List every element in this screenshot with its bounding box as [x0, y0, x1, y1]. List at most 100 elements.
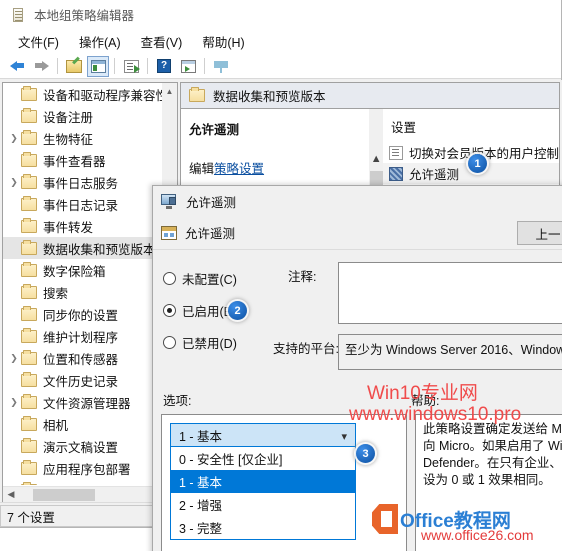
- folder-icon: [21, 305, 37, 321]
- scroll-up-icon[interactable]: ▲: [369, 153, 384, 165]
- folder-icon: [21, 393, 37, 409]
- tree-item-label: 相机: [43, 418, 69, 433]
- help-text: 此策略设置确定发送给 M为 0 (安全)只会向 Micro。如果启用了 Wind…: [423, 422, 562, 487]
- export-list-icon[interactable]: [120, 56, 142, 77]
- menu-help[interactable]: 帮助(H): [192, 29, 254, 54]
- comment-label: 注释:: [288, 270, 317, 284]
- tree-item[interactable]: ❯数字保险箱: [3, 259, 177, 281]
- tree-item-label: 应用程序兼容性: [43, 481, 131, 486]
- comment-textarea[interactable]: [338, 262, 562, 324]
- tree-item-label: 位置和传感器: [43, 352, 119, 367]
- callout-badge-3: 3: [356, 444, 375, 463]
- forward-arrow-icon[interactable]: [30, 56, 52, 77]
- radio-button-indicator[interactable]: [163, 303, 176, 317]
- settings-list-item-label: 允许遥测: [408, 168, 459, 182]
- tree-item[interactable]: ❯同步你的设置: [3, 303, 177, 325]
- status-bar: 7 个设置: [0, 505, 176, 527]
- telemetry-level-combobox[interactable]: 1 - 基本 ▾: [170, 423, 356, 447]
- back-arrow-icon[interactable]: [6, 56, 28, 77]
- folder-icon: [21, 173, 37, 189]
- combobox-option[interactable]: 3 - 完整: [171, 516, 355, 539]
- folder-icon: [21, 239, 37, 255]
- tree-item[interactable]: ❯搜索: [3, 281, 177, 303]
- detail-pane-header-label: 数据收集和预览版本: [213, 90, 326, 104]
- help-panel[interactable]: 此策略设置确定发送给 M为 0 (安全)只会向 Micro。如果启用了 Wind…: [415, 414, 562, 551]
- callout-badge-1: 1: [468, 154, 487, 173]
- chevron-right-icon[interactable]: ❯: [7, 351, 21, 365]
- help-icon[interactable]: ?: [153, 56, 175, 77]
- toolbar-separator: [147, 58, 148, 74]
- tree-item-label: 应用程序包部署: [43, 462, 131, 477]
- radio-label: 已禁用(D): [182, 336, 237, 351]
- filter-icon[interactable]: [210, 56, 232, 77]
- supported-platform-label: 支持的平台:: [273, 342, 339, 356]
- scroll-up-icon[interactable]: ▲: [162, 83, 177, 99]
- tree-item[interactable]: ❯相机: [3, 413, 177, 435]
- policy-name: 允许遥测: [189, 123, 240, 137]
- menu-action[interactable]: 操作(A): [69, 29, 131, 54]
- tree-item-label: 数据收集和预览版本: [43, 242, 156, 257]
- menu-view[interactable]: 查看(V): [131, 29, 193, 54]
- toolbar-separator: [114, 58, 115, 74]
- tree-item[interactable]: ❯演示文稿设置: [3, 435, 177, 457]
- radio-not-configured[interactable]: 未配置(C): [163, 262, 283, 294]
- scroll-left-icon[interactable]: ◀: [3, 489, 19, 500]
- chevron-right-icon[interactable]: ❯: [7, 175, 21, 189]
- radio-enabled[interactable]: 已启用(E): [163, 294, 283, 326]
- radio-disabled[interactable]: 已禁用(D): [163, 326, 283, 358]
- combobox-option[interactable]: 1 - 基本: [171, 470, 355, 493]
- folder-icon: [21, 261, 37, 277]
- tree-item-label: 维护计划程序: [43, 330, 119, 345]
- settings-column-header: 设置: [390, 121, 416, 135]
- tree-item-label: 生物特征: [43, 132, 94, 147]
- chevron-down-icon[interactable]: ▾: [341, 430, 347, 443]
- tree-item-label: 事件查看器: [43, 154, 106, 169]
- tree-item-label: 文件历史记录: [43, 374, 119, 389]
- status-text: 7 个设置: [7, 510, 55, 525]
- tree-item-label: 事件日志记录: [43, 198, 119, 213]
- tree-item-label: 设备和驱动程序兼容性: [43, 88, 169, 103]
- tree-item[interactable]: ❯事件日志记录: [3, 193, 177, 215]
- tree-horizontal-scrollbar[interactable]: ◀: [3, 486, 177, 502]
- tree-item-label: 设备注册: [43, 110, 94, 125]
- tree-item[interactable]: ❯ 事件日志服务: [3, 171, 177, 193]
- chevron-right-icon[interactable]: ❯: [7, 131, 21, 145]
- scroll-thumb[interactable]: [33, 488, 95, 501]
- tree-item[interactable]: ❯应用程序包部署: [3, 457, 177, 479]
- tree-item[interactable]: ❯设备和驱动程序兼容性: [3, 83, 177, 105]
- tree-item[interactable]: ❯事件转发: [3, 215, 177, 237]
- tree-item[interactable]: ❯数据收集和预览版本: [3, 237, 177, 259]
- tree-item[interactable]: ❯事件查看器: [3, 149, 177, 171]
- tree-item[interactable]: ❯ 位置和传感器: [3, 347, 177, 369]
- tree-item-label: 文件资源管理器: [43, 396, 131, 411]
- combobox-option[interactable]: 0 - 安全性 [仅企业]: [171, 447, 355, 470]
- radio-button-indicator[interactable]: [163, 271, 176, 285]
- window-title: 本地组策略编辑器: [34, 9, 135, 23]
- toolbar-separator: [204, 58, 205, 74]
- combobox-dropdown-list[interactable]: 0 - 安全性 [仅企业] 1 - 基本 2 - 增强 3 - 完整: [170, 447, 356, 540]
- tree-item[interactable]: ❯维护计划程序: [3, 325, 177, 347]
- folder-icon: [21, 283, 37, 299]
- tree-item-label: 事件日志服务: [43, 176, 119, 191]
- edit-policy-link[interactable]: 策略设置: [214, 162, 264, 176]
- tree-item[interactable]: ❯应用程序兼容性: [3, 479, 177, 485]
- chevron-right-icon[interactable]: ❯: [7, 395, 21, 409]
- tree-item[interactable]: ❯ 生物特征: [3, 127, 177, 149]
- title-bar: 本地组策略编辑器: [0, 0, 561, 30]
- setting-icon: [161, 225, 177, 240]
- tool-bar: ?: [0, 54, 561, 79]
- show-hide-tree-icon[interactable]: [87, 55, 109, 77]
- policy-setting-icon: [161, 193, 178, 209]
- combobox-option[interactable]: 2 - 增强: [171, 493, 355, 516]
- menu-file[interactable]: 文件(F): [8, 29, 69, 54]
- tree-item[interactable]: ❯文件历史记录: [3, 369, 177, 391]
- tree-item[interactable]: ❯ 文件资源管理器: [3, 391, 177, 413]
- folder-properties-icon[interactable]: [63, 56, 85, 77]
- folder-icon: [21, 437, 37, 453]
- radio-button-indicator[interactable]: [163, 335, 176, 349]
- show-window-icon[interactable]: [177, 56, 199, 77]
- policy-tree[interactable]: ❯设备和驱动程序兼容性❯设备注册❯生物特征❯事件查看器❯事件日志服务❯事件日志记…: [3, 83, 177, 485]
- tree-item[interactable]: ❯设备注册: [3, 105, 177, 127]
- callout-badge-2: 2: [228, 301, 247, 320]
- previous-setting-button[interactable]: 上一: [517, 221, 562, 245]
